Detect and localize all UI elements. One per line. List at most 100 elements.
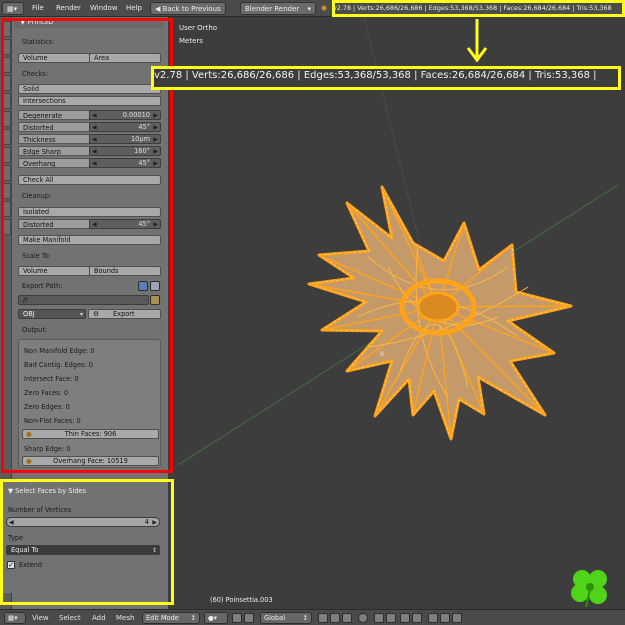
orientation-label: Global bbox=[264, 614, 286, 622]
tab-create[interactable] bbox=[1, 39, 11, 55]
back-to-previous-button[interactable]: ◀ Back to Previous bbox=[150, 2, 226, 15]
snap-icon[interactable] bbox=[400, 613, 410, 623]
render-engine-dropdown[interactable]: Blender Render ▾ bbox=[240, 2, 316, 15]
face-select-icon[interactable] bbox=[358, 613, 368, 623]
thickness-button[interactable]: Thickness bbox=[18, 134, 90, 144]
checkmark-icon: ✓ bbox=[8, 561, 14, 569]
overhang-button[interactable]: Overhang bbox=[18, 158, 90, 168]
overhang-face-button[interactable]: ● Overhang Face: 10519 bbox=[22, 456, 159, 466]
num-vertices-field[interactable]: ◀ 4 ▶ bbox=[6, 517, 160, 527]
occlude-icon[interactable] bbox=[374, 613, 384, 623]
collapse-icon: ▼ bbox=[20, 18, 28, 26]
poinsettia-mesh[interactable] bbox=[307, 185, 573, 441]
shading-dropdown[interactable]: ●▾ bbox=[204, 612, 228, 624]
degenerate-value: 0.00010 bbox=[122, 111, 150, 119]
editor-type-button[interactable]: ▦▾ bbox=[4, 612, 26, 624]
thickness-value: 10µm bbox=[130, 135, 150, 143]
increment-icon: ▶ bbox=[153, 112, 158, 119]
print3d-title: Print3D bbox=[27, 18, 54, 26]
distorted-field[interactable]: ◀ 45° ▶ bbox=[89, 122, 161, 132]
type-dropdown[interactable]: Equal To ↕ bbox=[6, 545, 160, 555]
overhang-field[interactable]: ◀ 45° ▶ bbox=[89, 158, 161, 168]
tab-animation[interactable] bbox=[1, 129, 11, 145]
tab-options[interactable] bbox=[1, 75, 11, 91]
select-sides-title[interactable]: ▼ Select Faces by Sides bbox=[8, 487, 86, 495]
object-label: (60) Poinsettia.003 bbox=[210, 596, 273, 604]
tab-physics[interactable] bbox=[1, 147, 11, 163]
cleanup-distorted-button[interactable]: Distorted bbox=[18, 219, 90, 229]
increment-icon: ▶ bbox=[153, 124, 158, 131]
file-browse-icon[interactable] bbox=[150, 281, 160, 291]
checks-label: Checks: bbox=[22, 70, 48, 78]
viewport-canvas bbox=[177, 17, 619, 466]
output-box: Non Manifold Edge: 0 Bad Contig. Edges: … bbox=[18, 339, 161, 468]
check-all-button[interactable]: Check All bbox=[18, 175, 161, 185]
tab-uv[interactable] bbox=[1, 201, 11, 217]
make-manifold-button[interactable]: Make Manifold bbox=[18, 235, 161, 245]
chevron-down-icon: ▾ bbox=[79, 311, 83, 318]
output-non-manifold: Non Manifold Edge: 0 bbox=[24, 347, 95, 355]
mode-dropdown[interactable]: Edit Mode ↕ bbox=[142, 612, 200, 624]
layer-icon[interactable] bbox=[318, 613, 328, 623]
snap-element-icon[interactable] bbox=[412, 613, 422, 623]
edge-sharp-field[interactable]: ◀ 160° ▶ bbox=[89, 146, 161, 156]
proportional-icon[interactable] bbox=[386, 613, 396, 623]
export-path-field[interactable]: // bbox=[18, 295, 149, 305]
scene-stats: v2.78 | Verts:26,686/26,686 | Edges:53,3… bbox=[333, 4, 612, 12]
export-button[interactable]: ⚙ Export bbox=[88, 309, 161, 319]
pivot-icon[interactable] bbox=[232, 613, 242, 623]
origin-label: 0 bbox=[380, 351, 384, 358]
folder-browse-icon[interactable] bbox=[138, 281, 148, 291]
print3d-header[interactable]: ▼ Print3D bbox=[14, 17, 164, 28]
menu-help[interactable]: Help bbox=[126, 0, 142, 17]
extend-checkbox[interactable]: ✓ bbox=[7, 561, 15, 569]
intersections-button[interactable]: Intersections bbox=[18, 96, 161, 106]
tab-retopo[interactable] bbox=[1, 219, 11, 235]
tab-grease-pencil[interactable] bbox=[1, 93, 11, 109]
scale-volume-button[interactable]: Volume bbox=[18, 266, 90, 276]
isolated-button[interactable]: Isolated bbox=[18, 207, 161, 217]
vertex-select-icon[interactable] bbox=[330, 613, 340, 623]
distorted-button[interactable]: Distorted bbox=[18, 122, 90, 132]
tab-print3d[interactable] bbox=[1, 165, 11, 181]
menu-select[interactable]: Select bbox=[59, 610, 81, 625]
snap-target-icon[interactable] bbox=[428, 613, 438, 623]
scale-bounds-button[interactable]: Bounds bbox=[89, 266, 161, 276]
3d-viewport[interactable]: User Ortho Meters 0 (60) Poinsettia.003 bbox=[168, 17, 625, 609]
cleanup-distorted-field[interactable]: ◀ 45° ▶ bbox=[89, 219, 161, 229]
menu-file[interactable]: File bbox=[32, 0, 44, 17]
render-preview-icon[interactable] bbox=[440, 613, 450, 623]
volume-button[interactable]: Volume bbox=[18, 53, 90, 63]
opengl-render-icon[interactable] bbox=[452, 613, 462, 623]
select-icon: ● bbox=[26, 457, 32, 465]
editor-type-button[interactable]: ▦▾ bbox=[2, 2, 24, 15]
edge-select-icon[interactable] bbox=[342, 613, 352, 623]
thin-faces-button[interactable]: ● Thin Faces: 906 bbox=[22, 429, 159, 439]
edge-sharp-button[interactable]: Edge Sharp bbox=[18, 146, 90, 156]
orientation-dropdown[interactable]: Global ↕ bbox=[260, 612, 312, 624]
degenerate-field[interactable]: ◀ 0.00010 ▶ bbox=[89, 110, 161, 120]
degenerate-button[interactable]: Degenerate bbox=[18, 110, 90, 120]
folder-icon[interactable] bbox=[150, 295, 160, 305]
menu-render[interactable]: Render bbox=[56, 0, 81, 17]
tab-misc[interactable] bbox=[1, 183, 11, 199]
info-header: ▦▾ File Render Window Help ◀ Back to Pre… bbox=[0, 0, 625, 17]
menu-window[interactable]: Window bbox=[90, 0, 118, 17]
menu-add[interactable]: Add bbox=[92, 610, 106, 625]
increment-icon: ▶ bbox=[153, 148, 158, 155]
menu-mesh[interactable]: Mesh bbox=[116, 610, 134, 625]
tab-relations[interactable] bbox=[1, 111, 11, 127]
format-dropdown[interactable]: OBJ ▾ bbox=[18, 309, 86, 319]
solid-button[interactable]: Solid bbox=[18, 84, 161, 94]
statistics-label: Statistics: bbox=[22, 38, 55, 46]
menu-view[interactable]: View bbox=[32, 610, 49, 625]
manipulator-icon[interactable] bbox=[244, 613, 254, 623]
output-intersect: Intersect Face: 0 bbox=[24, 375, 79, 383]
blender-logo-icon: ◉ bbox=[321, 4, 328, 12]
output-non-flat: Non-Flat Faces: 0 bbox=[24, 417, 81, 425]
edge-sharp-value: 160° bbox=[134, 147, 150, 155]
thickness-field[interactable]: ◀ 10µm ▶ bbox=[89, 134, 161, 144]
tab-shading[interactable] bbox=[1, 57, 11, 73]
area-button[interactable]: Area bbox=[89, 53, 161, 63]
tab-tools[interactable] bbox=[1, 21, 11, 37]
